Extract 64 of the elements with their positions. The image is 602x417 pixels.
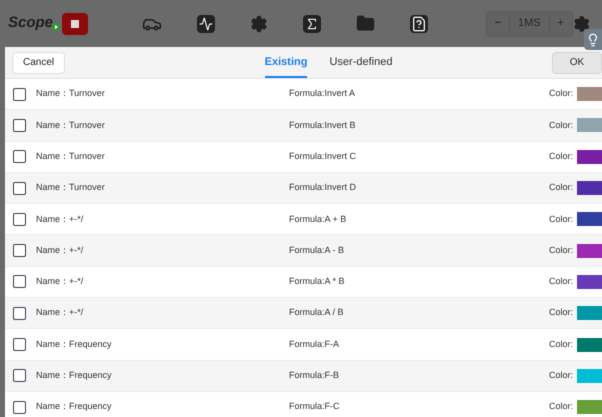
checkbox[interactable]: [13, 338, 26, 352]
checkbox[interactable]: [13, 118, 26, 132]
formula-label: Formula:A + B: [289, 212, 346, 226]
formula-label: Formula:Invert D: [289, 181, 356, 194]
name-label: Name：Frequency: [36, 338, 113, 351]
stop-icon: [71, 20, 79, 28]
timebase-value: 1MS: [509, 12, 550, 36]
color-label: Color:: [548, 212, 573, 226]
color-label: Color:: [548, 275, 573, 288]
formula-label: Formula:Invert B: [289, 118, 356, 132]
checkbox[interactable]: [13, 212, 26, 226]
formula-row[interactable]: Name：Turnover Formula:Invert C Color:: [5, 142, 602, 173]
checkbox[interactable]: [13, 150, 26, 164]
checkbox[interactable]: [13, 369, 26, 382]
color-label: Color:: [548, 150, 573, 163]
name-label: Name：+-*/: [36, 306, 84, 320]
tab[interactable]: User-defined: [329, 48, 392, 78]
formula-label: Formula:Invert C: [289, 150, 356, 163]
formula-row[interactable]: Name：+-*/ Formula:A - B Color:: [5, 235, 602, 267]
formula-row[interactable]: Name：Frequency Formula:F-B Color:: [5, 360, 602, 392]
name-label: Name：+-*/: [36, 244, 84, 257]
formula-label: Formula:A - B: [289, 244, 344, 257]
formula-label: Formula:F-C: [289, 400, 340, 414]
color-label: Color:: [548, 87, 573, 100]
color-label: Color:: [548, 306, 573, 320]
checkbox[interactable]: [13, 275, 26, 288]
stop-button[interactable]: [62, 12, 88, 34]
sigma-icon[interactable]: [303, 14, 322, 32]
color-label: Color:: [548, 244, 573, 257]
formula-label: Formula:F-A: [289, 338, 340, 351]
lightbulb-button[interactable]: [584, 29, 602, 50]
folder-icon[interactable]: [356, 14, 376, 33]
ok-button[interactable]: OK: [552, 52, 602, 74]
name-label: Name：Turnover: [36, 181, 106, 194]
help-icon[interactable]: [410, 14, 428, 32]
name-label: Name：Turnover: [36, 150, 106, 163]
app-title: Scope: [8, 13, 54, 34]
color-label: Color:: [548, 369, 573, 382]
formula-label: Formula:F-B: [289, 369, 340, 382]
color-label: Color:: [548, 338, 573, 351]
name-label: Name：Frequency: [36, 369, 113, 382]
waveform-icon[interactable]: [197, 14, 216, 32]
formula-row[interactable]: Name：+-*/ Formula:A / B Color:: [5, 298, 602, 330]
checkbox[interactable]: [13, 400, 26, 414]
name-label: Name：Frequency: [36, 400, 113, 414]
lightbulb-icon: [586, 32, 600, 46]
color-label: Color:: [548, 400, 573, 414]
formula-label: Formula:A / B: [289, 306, 344, 320]
name-label: Name：+-*/: [36, 275, 84, 288]
formula-row[interactable]: Name：Turnover Formula:Invert B Color:: [5, 110, 602, 142]
formula-label: Formula:Invert A: [289, 87, 356, 100]
color-label: Color:: [548, 181, 573, 194]
checkbox[interactable]: [13, 88, 26, 101]
name-label: Name：+-*/: [36, 212, 84, 226]
color-label: Color:: [548, 118, 573, 132]
checkbox[interactable]: [13, 244, 26, 258]
checkbox[interactable]: [13, 306, 26, 320]
name-label: Name：Turnover: [36, 87, 106, 100]
formula-row[interactable]: Name：Turnover Formula:Invert D Color:: [5, 172, 602, 204]
checkbox[interactable]: [13, 182, 26, 195]
formula-label: Formula:A * B: [289, 275, 345, 288]
play-icon: [52, 23, 60, 32]
name-label: Name：Turnover: [36, 118, 106, 132]
cancel-button[interactable]: Cancel: [12, 52, 66, 74]
